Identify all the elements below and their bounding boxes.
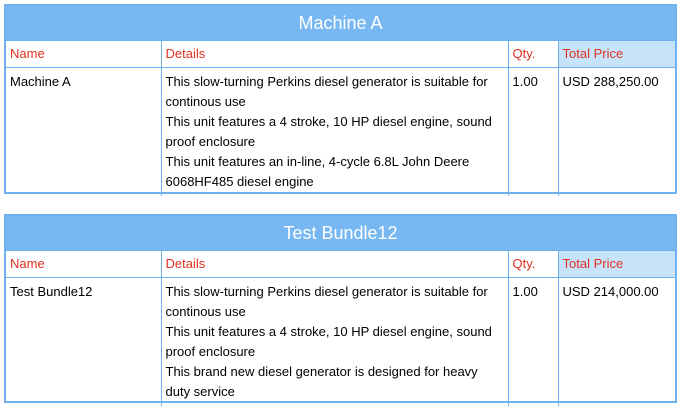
detail-line: This slow-turning Perkins diesel generat… xyxy=(165,74,488,109)
column-header-name: Name xyxy=(6,250,161,278)
table-row: Machine A This slow-turning Perkins dies… xyxy=(6,67,675,196)
product-table: Name Details Qty. Total Price Machine A … xyxy=(6,40,675,196)
column-header-details: Details xyxy=(160,40,508,68)
detail-line: This unit features an in-line, 4-cycle 6… xyxy=(165,154,470,189)
column-header-total-price: Total Price xyxy=(557,40,675,68)
card-title: Test Bundle12 xyxy=(6,216,675,250)
cell-total-price: USD 214,000.00 xyxy=(557,277,675,406)
cell-qty: 1.00 xyxy=(507,67,558,196)
table-header-row: Name Details Qty. Total Price xyxy=(6,250,675,278)
product-table: Name Details Qty. Total Price Test Bundl… xyxy=(6,250,675,406)
cell-details: This slow-turning Perkins diesel generat… xyxy=(160,67,508,196)
column-header-total-price: Total Price xyxy=(557,250,675,278)
cell-name: Test Bundle12 xyxy=(6,277,161,406)
table-row: Test Bundle12 This slow-turning Perkins … xyxy=(6,277,675,406)
cell-details: This slow-turning Perkins diesel generat… xyxy=(160,277,508,406)
product-card-test-bundle12: Test Bundle12 Name Details Qty. Total Pr… xyxy=(4,214,677,406)
detail-line: This unit features a 4 stroke, 10 HP die… xyxy=(165,114,492,149)
detail-line: This slow-turning Perkins diesel generat… xyxy=(165,284,488,319)
table-header-row: Name Details Qty. Total Price xyxy=(6,40,675,68)
cell-qty: 1.00 xyxy=(507,277,558,406)
card-title: Machine A xyxy=(6,6,675,40)
column-header-qty: Qty. xyxy=(507,40,558,68)
product-card-machine-a: Machine A Name Details Qty. Total Price … xyxy=(4,4,677,196)
detail-line: This brand new diesel generator is desig… xyxy=(165,364,478,399)
column-header-name: Name xyxy=(6,40,161,68)
detail-line: This unit features a 4 stroke, 10 HP die… xyxy=(165,324,492,359)
column-header-details: Details xyxy=(160,250,508,278)
cell-name: Machine A xyxy=(6,67,161,196)
column-header-qty: Qty. xyxy=(507,250,558,278)
cell-total-price: USD 288,250.00 xyxy=(557,67,675,196)
